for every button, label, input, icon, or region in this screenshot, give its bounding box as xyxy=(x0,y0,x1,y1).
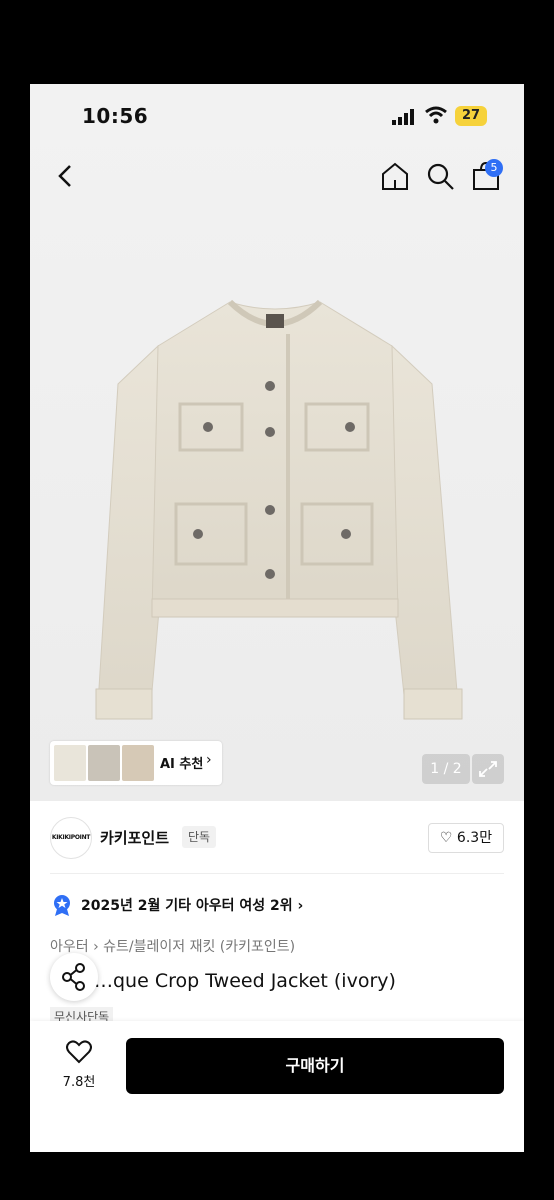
search-icon[interactable] xyxy=(424,160,456,192)
medal-icon xyxy=(54,895,70,916)
share-icon xyxy=(62,963,85,991)
bottom-action-bar: 7.8천 구매하기 xyxy=(30,1021,524,1152)
home-icon[interactable] xyxy=(379,160,411,192)
chevron-left-icon[interactable] xyxy=(50,160,82,192)
battery-indicator: 27 xyxy=(455,106,487,126)
expand-icon xyxy=(479,761,497,777)
product-title: …que Crop Tweed Jacket (ivory) xyxy=(94,970,396,992)
phone-screen: 10:56 27 5 AI 추천 › 1 / 2 KIKIKIPOINT 카키포… xyxy=(30,84,524,1152)
status-time: 10:56 xyxy=(82,104,149,128)
buy-button[interactable]: 구매하기 xyxy=(126,1038,504,1094)
heart-icon[interactable] xyxy=(66,1040,92,1064)
like-count: 7.8천 xyxy=(62,1075,96,1090)
thumbnail-2[interactable] xyxy=(88,745,120,781)
exclusive-badge: 단독 xyxy=(182,826,217,848)
thumbnail-1[interactable] xyxy=(54,745,86,781)
brand-like-button[interactable]: ♡ 6.3만 xyxy=(428,823,504,853)
status-bar: 10:56 27 xyxy=(30,84,524,148)
brand-logo[interactable]: KIKIKIPOINT xyxy=(50,817,92,859)
divider xyxy=(50,873,504,874)
share-button[interactable] xyxy=(50,953,98,1001)
signal-icon xyxy=(392,109,414,125)
chevron-right-icon: › xyxy=(206,752,212,768)
brand-name[interactable]: 카키포인트 xyxy=(100,827,169,848)
brand-like-label: ♡ 6.3만 xyxy=(439,830,493,846)
expand-button[interactable] xyxy=(472,754,504,784)
ai-recommend-label[interactable]: AI 추천 xyxy=(160,753,203,772)
page-indicator: 1 / 2 xyxy=(422,754,470,784)
ranking-link[interactable]: 2025년 2월 기타 아우터 여성 2위 › xyxy=(81,895,303,915)
image-thumbnails[interactable]: AI 추천 › xyxy=(50,741,222,785)
wifi-icon xyxy=(425,106,447,124)
cart-count-badge: 5 xyxy=(485,159,503,177)
thumbnail-3[interactable] xyxy=(122,745,154,781)
